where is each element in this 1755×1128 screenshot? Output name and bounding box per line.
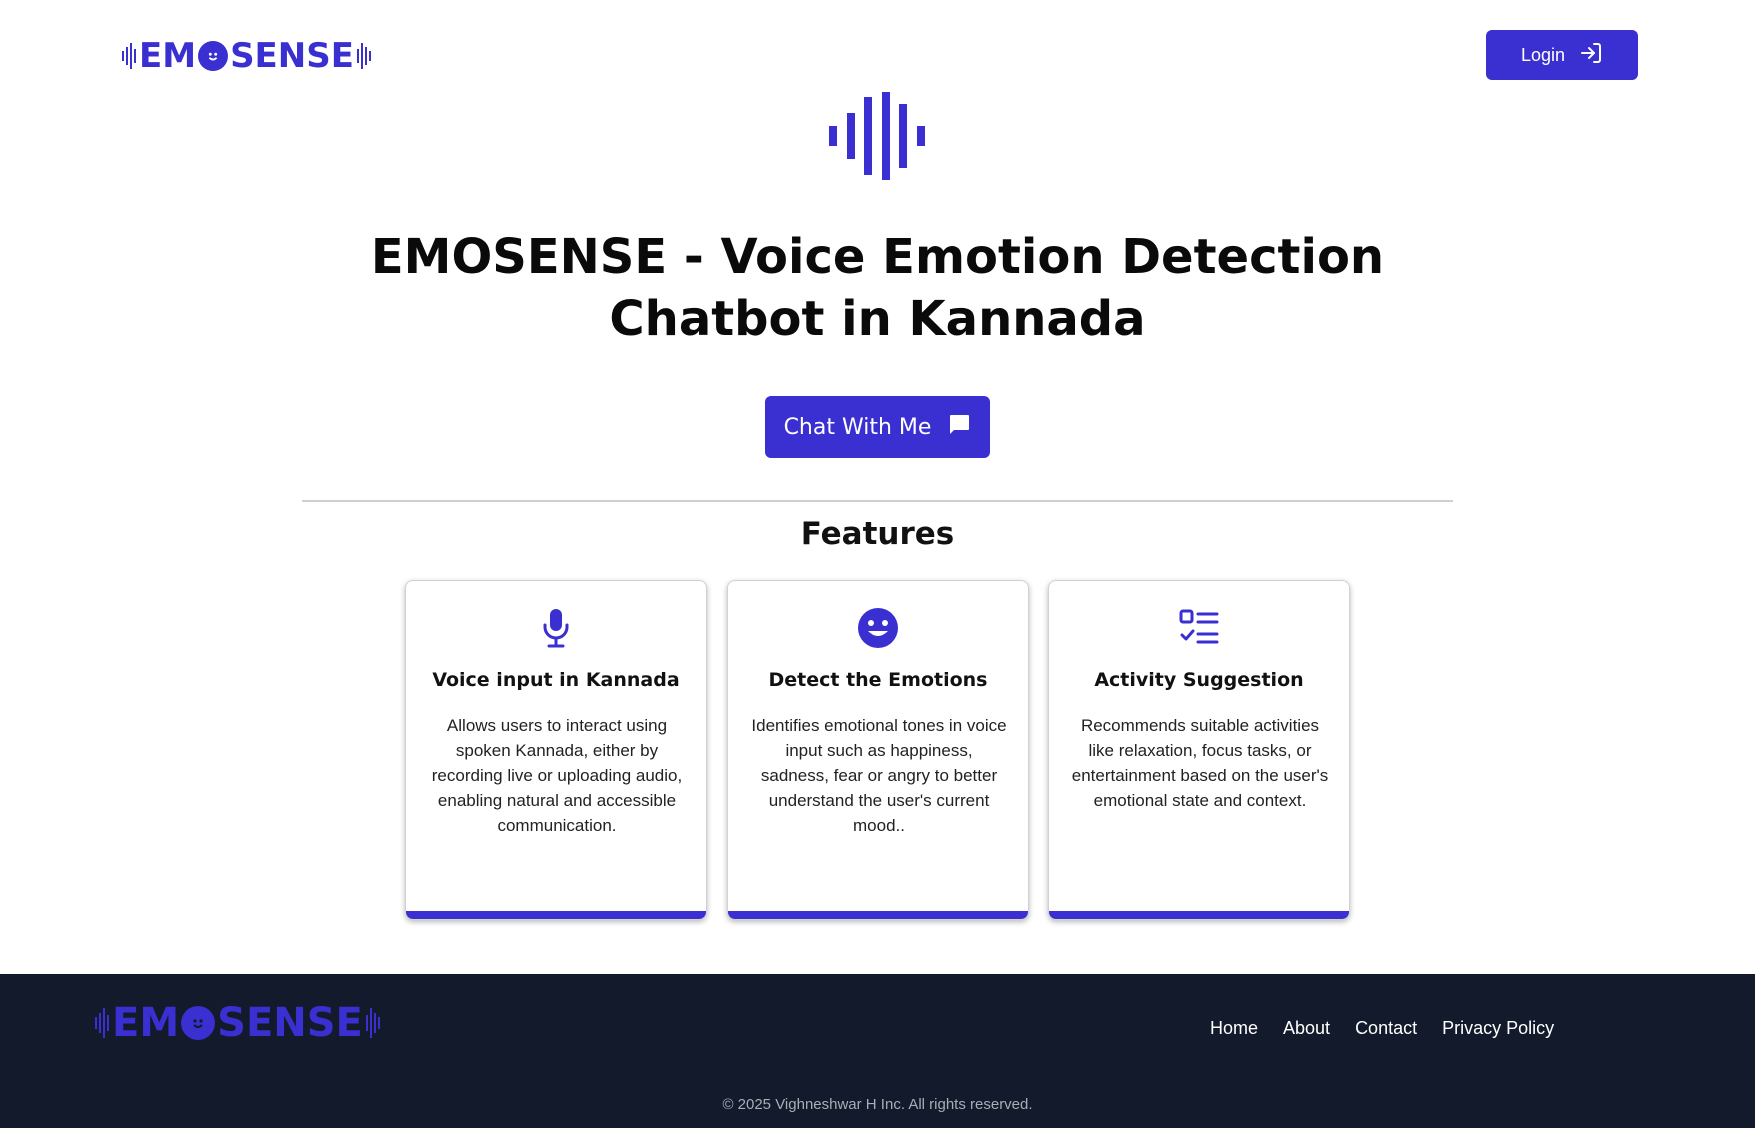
chat-with-me-button[interactable]: Chat With Me xyxy=(765,396,990,458)
smiley-icon xyxy=(198,41,229,71)
feature-card: Voice input in Kannada Allows users to i… xyxy=(405,580,707,920)
feature-description: Recommends suitable activities like rela… xyxy=(1071,716,1329,810)
checklist-icon xyxy=(1049,607,1349,649)
smiley-icon xyxy=(181,1006,216,1040)
chat-button-label: Chat With Me xyxy=(783,414,932,440)
feature-card: Detect the Emotions Identifies emotional… xyxy=(727,580,1029,920)
login-label: Login xyxy=(1520,44,1566,65)
title-line-1: EMOSENSE - Voice Emotion Detection xyxy=(370,229,1385,285)
footer-link-contact[interactable]: Contact xyxy=(1355,1018,1417,1039)
copyright-text: © 2025 Vighneshwar H Inc. All rights res… xyxy=(722,1096,1033,1113)
smiley-icon xyxy=(728,607,1028,649)
logo-wave-right-icon xyxy=(356,43,371,69)
feature-title: Detect the Emotions xyxy=(768,669,988,691)
footer-link-privacy-policy[interactable]: Privacy Policy xyxy=(1442,1018,1554,1039)
page-title: EMOSENSE - Voice Emotion Detection Chatb… xyxy=(0,226,1755,350)
card-accent-bar xyxy=(406,911,706,919)
feature-description: Allows users to interact using spoken Ka… xyxy=(431,716,683,835)
footer-logo[interactable]: EM SENSE xyxy=(95,1000,380,1046)
logo-wave-left-icon xyxy=(122,43,136,69)
sound-wave-icon xyxy=(829,92,925,180)
feature-title: Activity Suggestion xyxy=(1094,669,1304,691)
title-line-2: Chatbot in Kannada xyxy=(609,291,1146,347)
footer-link-about[interactable]: About xyxy=(1283,1018,1330,1039)
logo-wave-left-icon xyxy=(95,1008,109,1038)
login-icon xyxy=(1579,41,1603,70)
feature-card: Activity Suggestion Recommends suitable … xyxy=(1048,580,1350,920)
logo-wordmark: EM SENSE xyxy=(139,36,354,76)
header-logo[interactable]: EM SENSE xyxy=(122,36,371,76)
card-accent-bar xyxy=(728,911,1028,919)
features-heading: Features xyxy=(800,516,955,552)
footer-nav: Home About Contact Privacy Policy xyxy=(1210,1018,1554,1039)
login-button[interactable]: Login xyxy=(1486,30,1638,80)
section-divider xyxy=(302,500,1453,502)
feature-title: Voice input in Kannada xyxy=(432,669,680,691)
chat-bubble-icon xyxy=(947,412,971,442)
feature-description: Identifies emotional tones in voice inpu… xyxy=(751,716,1007,835)
logo-wordmark: EM SENSE xyxy=(112,1000,363,1046)
footer-link-home[interactable]: Home xyxy=(1210,1018,1258,1039)
logo-wave-right-icon xyxy=(365,1008,380,1038)
card-accent-bar xyxy=(1049,911,1349,919)
microphone-icon xyxy=(406,607,706,649)
footer: EM SENSE Home About Contact Privacy Poli… xyxy=(0,974,1755,1128)
